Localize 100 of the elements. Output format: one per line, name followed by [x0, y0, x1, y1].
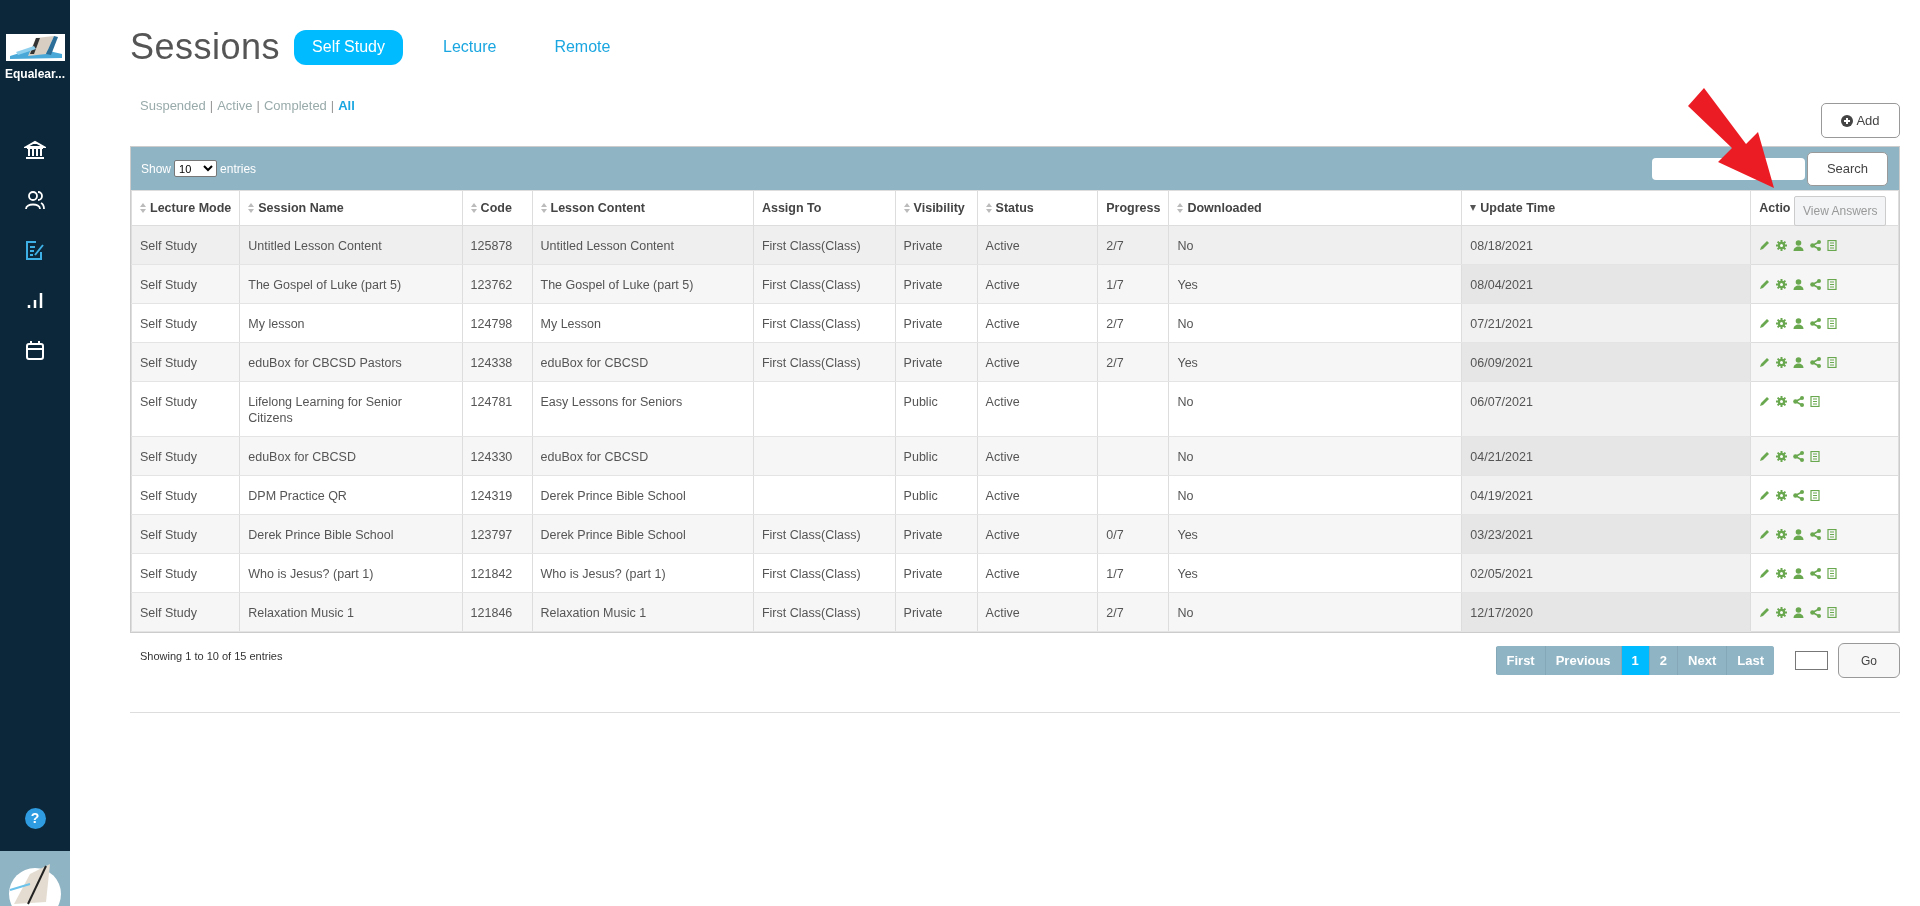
gear-icon[interactable]: [1776, 607, 1788, 618]
table-cell: Yes: [1177, 278, 1198, 292]
document-icon[interactable]: [1827, 568, 1839, 579]
table-cell: 124319: [470, 489, 513, 503]
document-icon[interactable]: [1810, 451, 1822, 462]
table-cell: Public: [903, 450, 938, 464]
share-icon[interactable]: [1793, 451, 1805, 462]
separator-text: |: [330, 97, 335, 115]
table-cell: 0/7: [1106, 528, 1124, 542]
share-icon[interactable]: [1810, 318, 1822, 329]
document-icon[interactable]: [1827, 529, 1839, 540]
pencil-icon[interactable]: [1759, 529, 1771, 540]
table-cell: 12/17/2020: [1470, 606, 1533, 620]
table-cell: DPM Practice QR: [248, 489, 347, 503]
share-icon[interactable]: [1810, 240, 1822, 251]
document-icon[interactable]: [1827, 318, 1839, 329]
table-cell: eduBox for CBCSD Pastors: [248, 356, 402, 370]
table-cell: Private: [903, 528, 943, 542]
search-button[interactable]: Search: [1807, 151, 1888, 186]
sort-icon[interactable]: [985, 203, 992, 213]
gear-icon[interactable]: [1776, 279, 1788, 290]
table-cell: Active: [985, 356, 1020, 370]
sort-icon[interactable]: [140, 203, 146, 213]
document-icon[interactable]: [1810, 396, 1822, 407]
share-icon[interactable]: [1810, 568, 1822, 579]
table-cell: First Class(Class): [761, 317, 861, 331]
page-title: Sessions: [130, 25, 281, 69]
pencil-icon[interactable]: [1759, 490, 1771, 501]
summary-text: Showing 1 to 10 of 15 entries: [139, 649, 283, 665]
table-cell: No: [1177, 450, 1194, 464]
table-cell: Self Study: [140, 528, 197, 542]
table-cell: 121842: [470, 567, 513, 581]
pencil-icon[interactable]: [1759, 357, 1771, 368]
sort-icon[interactable]: [470, 203, 477, 213]
table-cell: Who is Jesus? (part 1): [540, 567, 666, 581]
separator-text: |: [256, 97, 260, 115]
pencil-icon[interactable]: [1759, 240, 1771, 251]
calendar-icon[interactable]: [24, 339, 46, 361]
separator-text: |: [209, 97, 214, 115]
gear-icon[interactable]: [1776, 529, 1788, 540]
users-icon[interactable]: [24, 189, 46, 211]
column-header[interactable]: Update Time: [1480, 198, 1556, 218]
column-header[interactable]: Status: [995, 198, 1034, 218]
gear-icon[interactable]: [1776, 490, 1788, 501]
person-icon[interactable]: [1793, 279, 1805, 290]
sort-icon[interactable]: [903, 203, 910, 213]
share-icon[interactable]: [1810, 607, 1822, 618]
share-icon[interactable]: [1810, 357, 1822, 368]
bank-icon[interactable]: [24, 139, 46, 161]
sort-icon[interactable]: [1177, 203, 1184, 213]
pencil-icon[interactable]: [1759, 607, 1771, 618]
share-icon[interactable]: [1793, 396, 1805, 407]
plus-circle-icon: [1841, 114, 1854, 127]
table-cell: 03/23/2021: [1470, 528, 1533, 542]
person-icon[interactable]: [1793, 607, 1805, 618]
pencil-icon[interactable]: [1759, 396, 1771, 407]
edit-note-icon[interactable]: [24, 239, 46, 261]
table-cell: 2/7: [1106, 317, 1124, 331]
sort-icon[interactable]: [248, 203, 255, 213]
table-cell: Private: [903, 606, 943, 620]
gear-icon[interactable]: [1776, 318, 1788, 329]
table-cell: First Class(Class): [761, 606, 861, 620]
sort-descending-icon[interactable]: [1470, 204, 1477, 212]
table-cell: Active: [985, 606, 1020, 620]
pencil-icon[interactable]: [1759, 451, 1771, 462]
pencil-icon[interactable]: [1759, 318, 1771, 329]
column-header[interactable]: Downloaded: [1187, 198, 1262, 218]
gear-icon[interactable]: [1776, 396, 1788, 407]
gear-icon[interactable]: [1776, 357, 1788, 368]
page-size-select[interactable]: 10: [174, 160, 218, 177]
document-icon[interactable]: [1827, 607, 1839, 618]
table-cell: Derek Prince Bible School: [540, 489, 686, 503]
gear-icon[interactable]: [1776, 240, 1788, 251]
table-cell: 2/7: [1106, 606, 1124, 620]
person-icon[interactable]: [1793, 240, 1805, 251]
gear-icon[interactable]: [1776, 568, 1788, 579]
table-cell: Active: [985, 528, 1020, 542]
table-cell: 08/18/2021: [1470, 239, 1533, 253]
sort-icon[interactable]: [540, 203, 547, 213]
pencil-icon[interactable]: [1759, 568, 1771, 579]
person-icon[interactable]: [1793, 318, 1805, 329]
document-icon[interactable]: [1827, 240, 1839, 251]
add-button[interactable]: Add: [1821, 103, 1900, 138]
share-icon[interactable]: [1810, 279, 1822, 290]
go-button[interactable]: Go: [1838, 643, 1900, 678]
share-icon[interactable]: [1810, 529, 1822, 540]
document-icon[interactable]: [1827, 279, 1839, 290]
document-icon[interactable]: [1827, 357, 1839, 368]
gear-icon[interactable]: [1776, 451, 1788, 462]
column-header[interactable]: Actio: [1759, 198, 1791, 218]
person-icon[interactable]: [1793, 529, 1805, 540]
page-number-field[interactable]: [1795, 651, 1828, 670]
person-icon[interactable]: [1793, 568, 1805, 579]
table-cell: 124330: [470, 450, 513, 464]
share-icon[interactable]: [1793, 490, 1805, 501]
pencil-icon[interactable]: [1759, 279, 1771, 290]
table-cell: Active: [985, 567, 1020, 581]
document-icon[interactable]: [1810, 490, 1822, 501]
show-label: Show: [141, 160, 172, 178]
person-icon[interactable]: [1793, 357, 1805, 368]
